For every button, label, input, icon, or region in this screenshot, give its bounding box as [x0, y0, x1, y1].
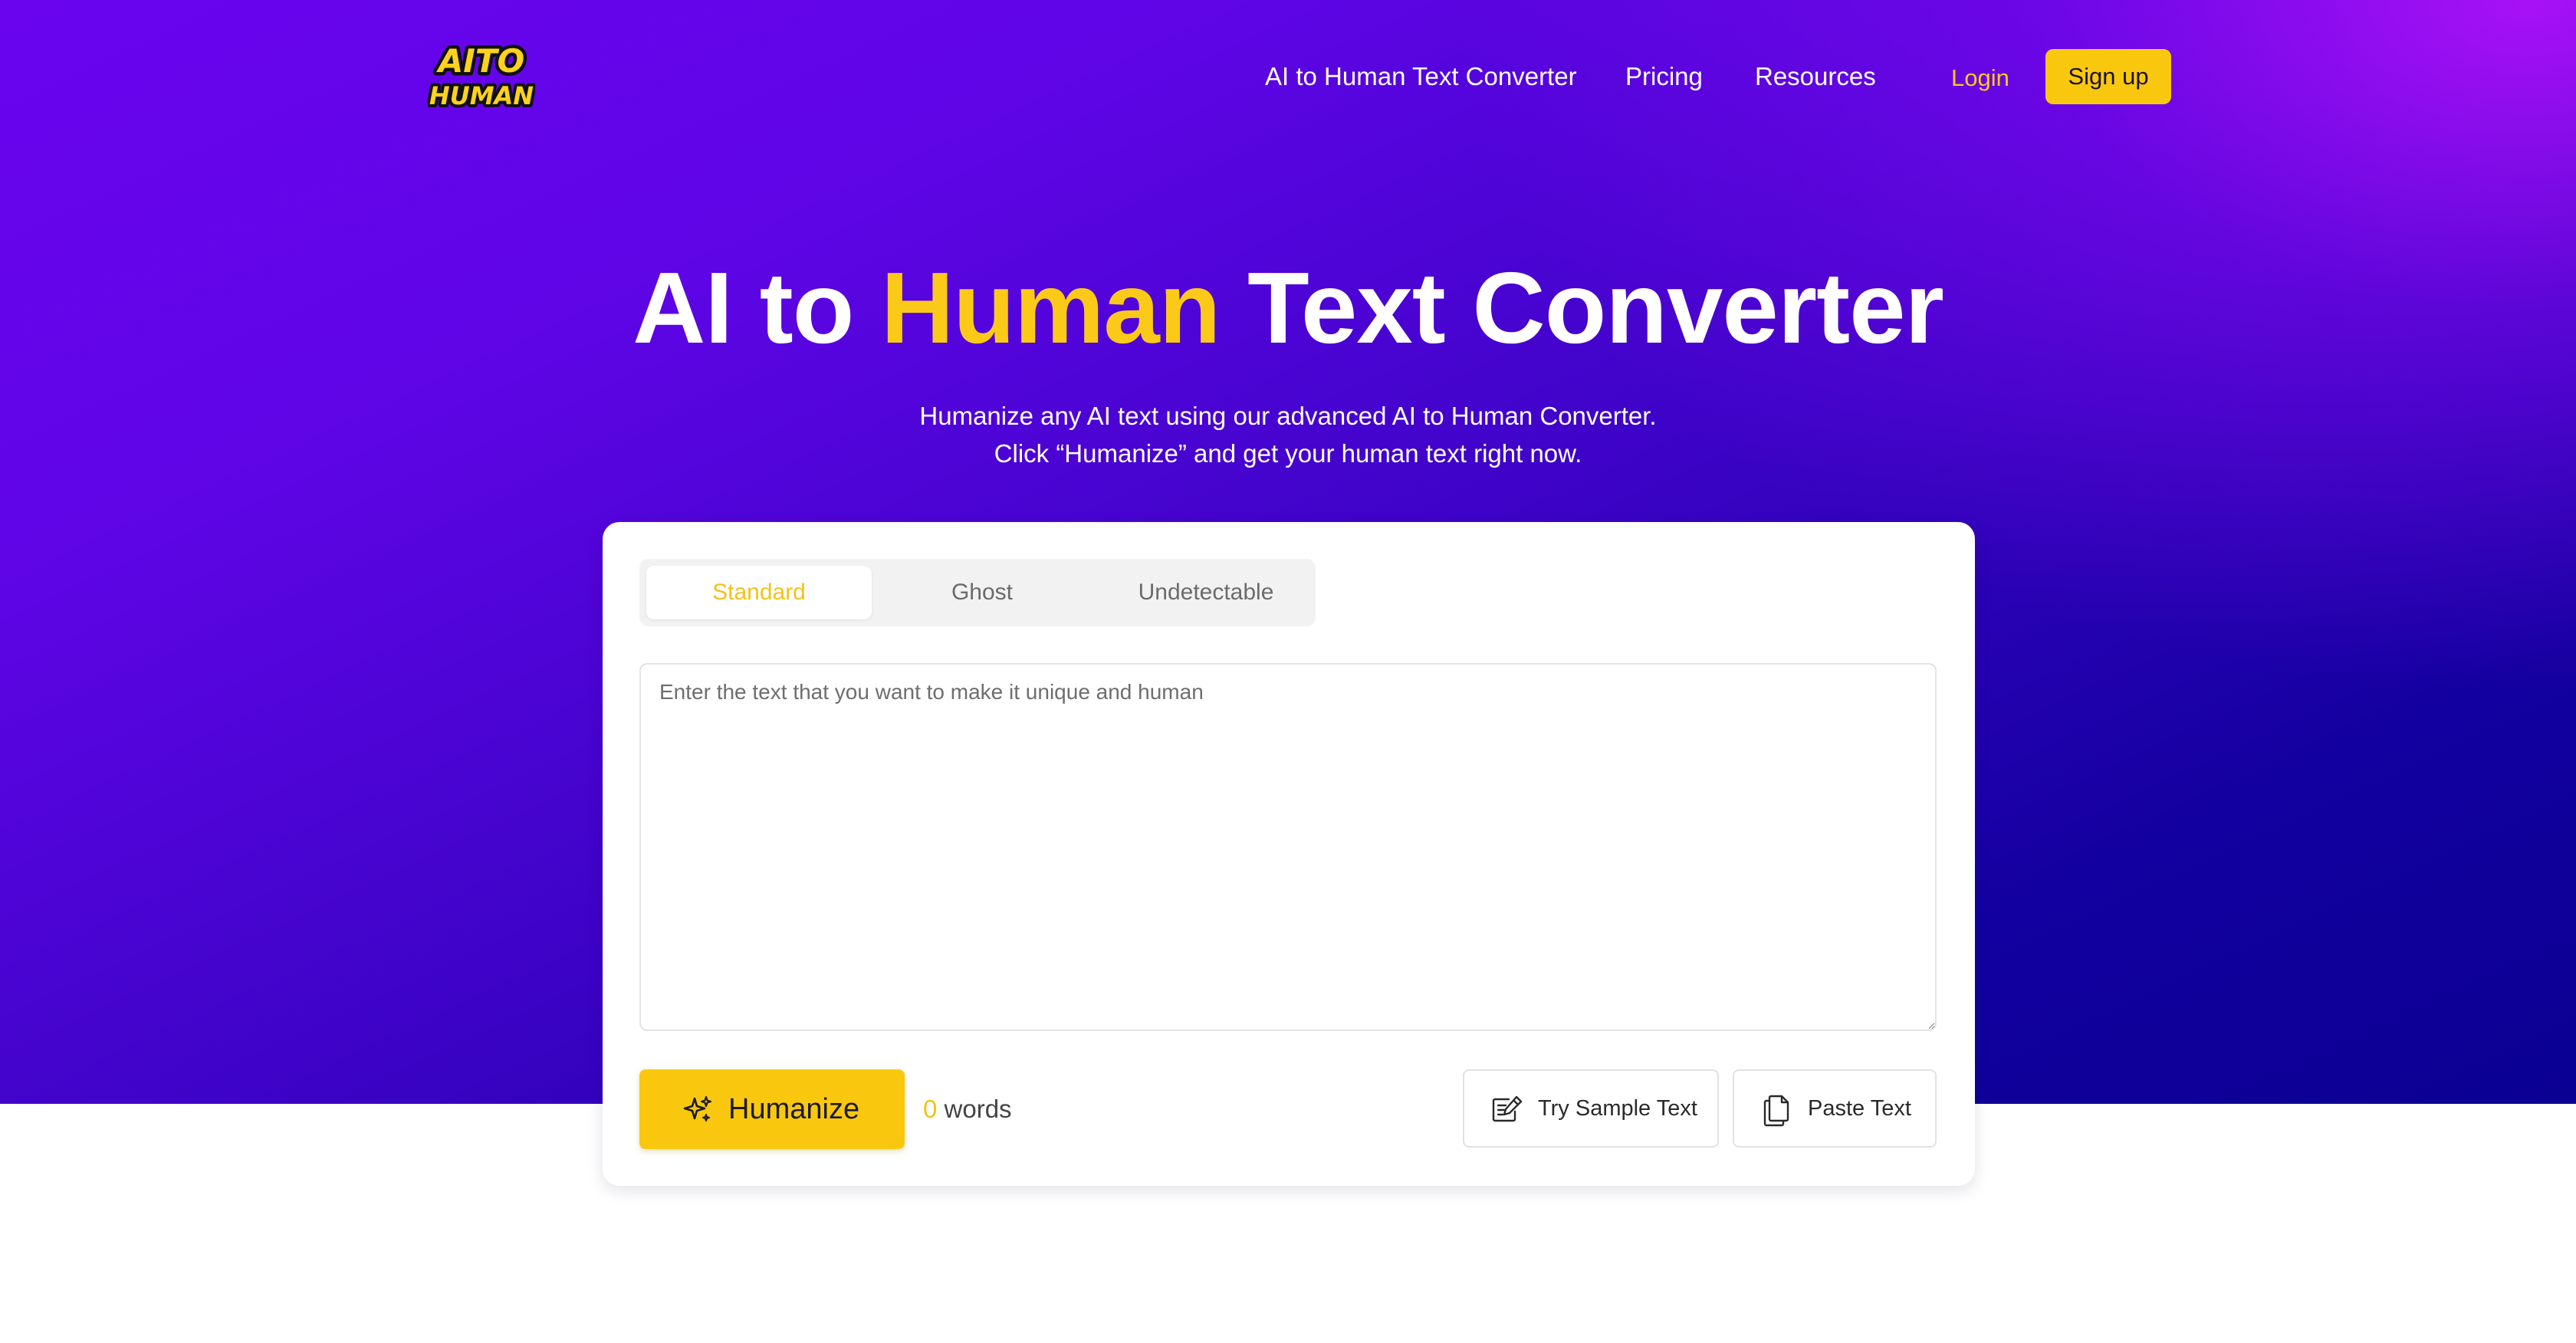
word-count-suffix: words: [937, 1095, 1012, 1123]
tab-undetectable[interactable]: Undetectable: [1093, 566, 1319, 619]
nav-link-resources[interactable]: Resources: [1755, 60, 1876, 94]
nav-link-pricing[interactable]: Pricing: [1625, 60, 1703, 94]
subtitle-line2: Click “Humanize” and get your human text…: [994, 439, 1582, 468]
try-sample-button[interactable]: Try Sample Text: [1463, 1069, 1719, 1148]
signup-button[interactable]: Sign up: [2045, 49, 2171, 104]
humanize-button[interactable]: Humanize: [639, 1069, 905, 1149]
tab-ghost[interactable]: Ghost: [869, 566, 1095, 619]
mode-tabs: Standard Ghost Undetectable: [639, 559, 1316, 626]
word-count: 0 words: [923, 1091, 1012, 1128]
page-title: AI to Human Text Converter: [0, 247, 2576, 369]
edit-note-icon: [1492, 1095, 1523, 1122]
converter-card: Standard Ghost Undetectable Humanize 0 w…: [603, 522, 1975, 1186]
sparkles-icon: [683, 1095, 712, 1121]
top-nav: AI to Human Text Converter Pricing Resou…: [0, 49, 2576, 104]
nav-link-converter[interactable]: AI to Human Text Converter: [1265, 60, 1577, 94]
humanize-label: Humanize: [728, 1093, 860, 1125]
title-accent: Human: [881, 251, 1221, 364]
subtitle-line1: Humanize any AI text using our advanced …: [919, 402, 1657, 430]
text-input[interactable]: [639, 663, 1937, 1031]
tab-standard[interactable]: Standard: [646, 566, 872, 619]
login-link[interactable]: Login: [1951, 61, 2009, 95]
title-part1: AI to: [632, 251, 882, 364]
paste-text-button[interactable]: Paste Text: [1733, 1069, 1937, 1148]
paste-text-label: Paste Text: [1808, 1096, 1911, 1121]
try-sample-label: Try Sample Text: [1538, 1096, 1697, 1121]
word-count-number: 0: [923, 1095, 938, 1123]
title-part2: Text Converter: [1220, 251, 1944, 364]
copy-documents-icon: [1763, 1095, 1789, 1127]
